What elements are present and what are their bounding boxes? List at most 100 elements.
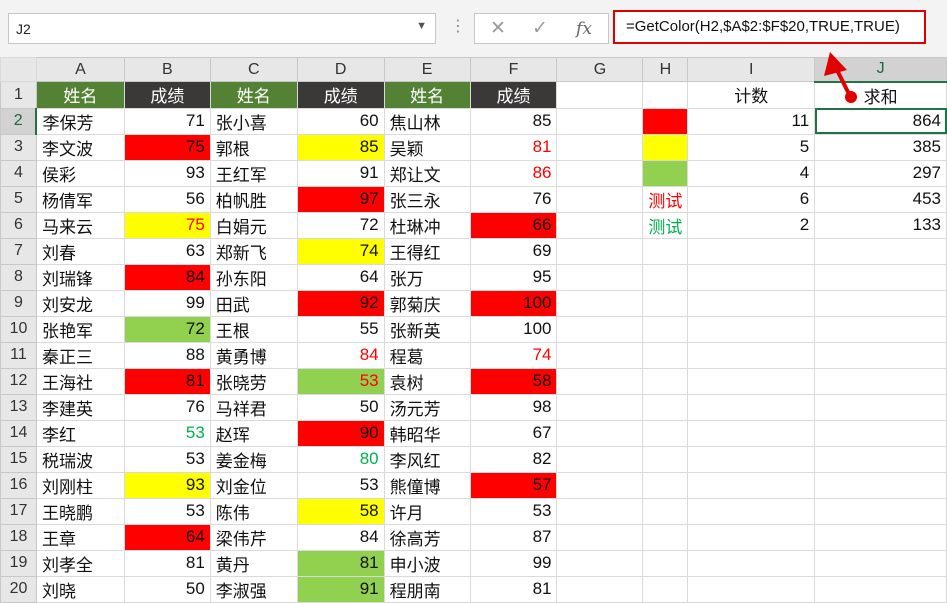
cell-d9[interactable]: 92 <box>296 289 385 317</box>
cell-g15[interactable] <box>556 445 644 473</box>
cell-j18[interactable] <box>814 523 947 551</box>
cell-h7[interactable] <box>642 237 689 265</box>
cell-e9[interactable]: 郭菊庆 <box>383 289 471 317</box>
cell-j2[interactable]: 864 <box>814 107 947 135</box>
cell-c15[interactable]: 姜金梅 <box>209 445 298 473</box>
cell-d17[interactable]: 58 <box>296 497 385 525</box>
cell-i5[interactable]: 6 <box>687 185 816 213</box>
cell-h4[interactable] <box>642 159 689 187</box>
cell-d10[interactable]: 55 <box>296 315 385 343</box>
cell-g16[interactable] <box>556 471 644 499</box>
cell-g14[interactable] <box>556 419 644 447</box>
cell-e6[interactable]: 杜琳冲 <box>383 211 471 239</box>
row-header-10[interactable]: 10 <box>0 315 37 343</box>
cell-c1[interactable]: 姓名 <box>209 81 298 109</box>
cell-h15[interactable] <box>642 445 689 473</box>
row-header-2[interactable]: 2 <box>0 107 38 135</box>
cell-h11[interactable] <box>642 341 689 369</box>
cell-f13[interactable]: 98 <box>469 393 558 421</box>
cell-i18[interactable] <box>687 523 816 551</box>
cell-b20[interactable]: 50 <box>123 575 211 603</box>
cell-j14[interactable] <box>814 419 947 447</box>
cell-e2[interactable]: 焦山林 <box>383 107 471 135</box>
cell-a10[interactable]: 张艳军 <box>35 315 125 343</box>
cell-h6[interactable]: 测试 <box>642 211 689 239</box>
cell-e16[interactable]: 熊僮博 <box>383 471 471 499</box>
row-header-19[interactable]: 19 <box>0 549 37 577</box>
column-header-c[interactable]: C <box>209 57 298 82</box>
cell-f9[interactable]: 100 <box>469 289 558 317</box>
cell-a12[interactable]: 王海社 <box>35 367 125 395</box>
cell-c5[interactable]: 柏帆胜 <box>209 185 298 213</box>
cell-c6[interactable]: 白娟元 <box>209 211 298 239</box>
cell-e17[interactable]: 许月 <box>383 497 471 525</box>
row-header-15[interactable]: 15 <box>0 445 37 473</box>
row-header-7[interactable]: 7 <box>0 237 37 265</box>
cell-f18[interactable]: 87 <box>469 523 558 551</box>
row-header-9[interactable]: 9 <box>0 289 37 317</box>
cell-b4[interactable]: 93 <box>123 159 211 187</box>
cell-d20[interactable]: 91 <box>296 575 385 603</box>
cell-g13[interactable] <box>556 393 644 421</box>
column-header-j[interactable]: J <box>814 57 947 83</box>
cell-i15[interactable] <box>687 445 816 473</box>
cell-d7[interactable]: 74 <box>296 237 385 265</box>
cell-e1[interactable]: 姓名 <box>383 81 471 109</box>
cell-a1[interactable]: 姓名 <box>35 81 125 109</box>
row-header-20[interactable]: 20 <box>0 575 37 603</box>
cell-b13[interactable]: 76 <box>123 393 211 421</box>
cell-e20[interactable]: 程朋南 <box>383 575 471 603</box>
cell-g5[interactable] <box>556 185 644 213</box>
cell-a17[interactable]: 王晓鹏 <box>35 497 125 525</box>
formula-input[interactable]: =GetColor(H2,$A$2:$F$20,TRUE,TRUE) <box>613 10 926 44</box>
row-header-17[interactable]: 17 <box>0 497 37 525</box>
cell-c7[interactable]: 郑新飞 <box>209 237 298 265</box>
cell-e7[interactable]: 王得红 <box>383 237 471 265</box>
cell-a8[interactable]: 刘瑞锋 <box>35 263 125 291</box>
row-header-12[interactable]: 12 <box>0 367 37 395</box>
cell-e11[interactable]: 程葛 <box>383 341 471 369</box>
cell-g3[interactable] <box>556 133 644 161</box>
cell-h16[interactable] <box>642 471 689 499</box>
cell-g9[interactable] <box>556 289 644 317</box>
cell-a15[interactable]: 税瑞波 <box>35 445 125 473</box>
cell-i13[interactable] <box>687 393 816 421</box>
cell-f14[interactable]: 67 <box>469 419 558 447</box>
column-header-i[interactable]: I <box>687 57 816 82</box>
cell-b7[interactable]: 63 <box>123 237 211 265</box>
cell-i1[interactable]: 计数 <box>687 81 816 109</box>
column-header-h[interactable]: H <box>642 57 689 82</box>
row-header-14[interactable]: 14 <box>0 419 37 447</box>
cell-d5[interactable]: 97 <box>296 185 385 213</box>
cell-c19[interactable]: 黄丹 <box>209 549 298 577</box>
cell-a6[interactable]: 马来云 <box>35 211 125 239</box>
cell-a7[interactable]: 刘春 <box>35 237 125 265</box>
cell-g17[interactable] <box>556 497 644 525</box>
cell-f4[interactable]: 86 <box>469 159 558 187</box>
cell-j3[interactable]: 385 <box>814 133 947 161</box>
cell-j19[interactable] <box>814 549 947 577</box>
cell-i10[interactable] <box>687 315 816 343</box>
cell-h20[interactable] <box>642 575 689 603</box>
cell-f11[interactable]: 74 <box>469 341 558 369</box>
cell-c4[interactable]: 王红军 <box>209 159 298 187</box>
column-header-b[interactable]: B <box>123 57 211 82</box>
cell-b19[interactable]: 81 <box>123 549 211 577</box>
cell-c20[interactable]: 李淑强 <box>209 575 298 603</box>
cell-c3[interactable]: 郭根 <box>209 133 298 161</box>
cell-b1[interactable]: 成绩 <box>123 81 211 109</box>
cell-d11[interactable]: 84 <box>296 341 385 369</box>
cell-b11[interactable]: 88 <box>123 341 211 369</box>
cell-i14[interactable] <box>687 419 816 447</box>
name-box[interactable]: J2 ▼ <box>8 13 436 44</box>
cell-i19[interactable] <box>687 549 816 577</box>
cell-b10[interactable]: 72 <box>123 315 211 343</box>
cell-j12[interactable] <box>814 367 947 395</box>
cell-f2[interactable]: 85 <box>469 107 558 135</box>
cell-a4[interactable]: 侯彩 <box>35 159 125 187</box>
cell-d4[interactable]: 91 <box>296 159 385 187</box>
cell-i11[interactable] <box>687 341 816 369</box>
row-header-13[interactable]: 13 <box>0 393 37 421</box>
column-header-f[interactable]: F <box>469 57 558 82</box>
cell-d19[interactable]: 81 <box>296 549 385 577</box>
